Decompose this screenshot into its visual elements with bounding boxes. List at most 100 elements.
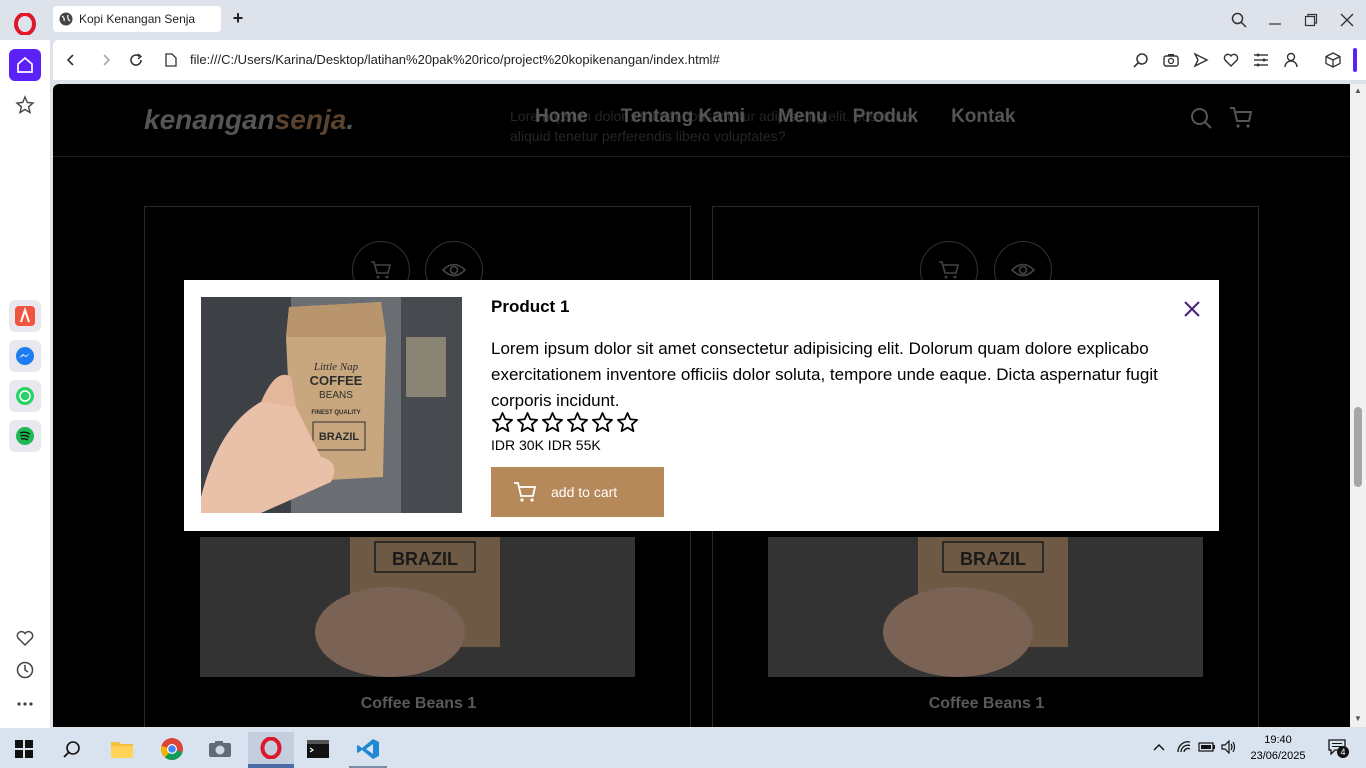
star-icon (617, 412, 638, 432)
address-bar: file:///C:/Users/Karina/Desktop/latihan%… (53, 40, 1366, 80)
spotify-icon[interactable] (9, 420, 41, 452)
sidebar-toggle-indicator[interactable] (1353, 48, 1357, 72)
reload-button[interactable] (126, 50, 146, 70)
star-icon (492, 412, 513, 432)
eye-icon (1011, 263, 1035, 277)
flow-send-icon[interactable] (1191, 50, 1211, 70)
scroll-thumb[interactable] (1354, 407, 1362, 487)
aria-app-icon[interactable] (9, 300, 41, 332)
more-dots-icon[interactable] (13, 692, 37, 716)
nav-menu[interactable]: Menu (778, 106, 828, 128)
card-product-image: BRAZIL (200, 537, 635, 677)
site-navbar: Lorem ipsum dolor sit amet consectetur a… (53, 84, 1350, 157)
modal-description: Lorem ipsum dolor sit amet consectetur a… (491, 339, 1158, 410)
minimize-button[interactable] (1263, 8, 1287, 32)
bag-brazil-label: BRAZIL (960, 549, 1026, 569)
page-scrollbar[interactable]: ▲ ▼ (1350, 84, 1366, 727)
nav-kontak[interactable]: Kontak (951, 106, 1015, 128)
product-detail-modal: Little Nap COFFEE BEANS FINEST QUALITY B… (184, 280, 1219, 531)
browser-sidebar (0, 40, 50, 728)
star-icon (542, 412, 563, 432)
forward-button[interactable] (96, 50, 116, 70)
close-icon[interactable] (1182, 299, 1202, 319)
page-viewport: Lorem ipsum dolor sit amet consectetur a… (53, 84, 1350, 727)
browser-tab[interactable]: Kopi Kenangan Senja (53, 6, 221, 32)
scroll-down-arrow-icon[interactable]: ▼ (1353, 714, 1363, 724)
opera-taskbar-icon[interactable] (248, 732, 294, 766)
eye-icon (442, 263, 466, 277)
easy-setup-icon[interactable] (1251, 50, 1271, 70)
heart-icon[interactable] (1221, 50, 1241, 70)
bag-quality-text: FINEST QUALITY (311, 410, 360, 416)
clock[interactable]: 19:40 23/06/2025 (1248, 732, 1308, 764)
logo-accent-text: senja (274, 104, 347, 135)
chrome-icon[interactable] (152, 732, 192, 766)
globe-icon (59, 12, 73, 26)
new-tab-button[interactable]: + (229, 9, 247, 28)
nav-produk[interactable]: Produk (853, 106, 918, 128)
star-icon (592, 412, 613, 432)
nav-tentang-kami[interactable]: Tentang Kami (621, 106, 745, 128)
volume-icon[interactable] (1220, 738, 1238, 756)
messenger-icon[interactable] (9, 340, 41, 372)
nav-home[interactable]: Home (535, 106, 588, 128)
show-hidden-icons-chevron-icon[interactable] (1150, 738, 1168, 756)
search-page-icon[interactable] (1131, 50, 1151, 70)
add-to-cart-button[interactable]: add to cart (491, 467, 664, 517)
battery-icon[interactable] (1198, 738, 1216, 756)
wifi-icon[interactable] (1175, 738, 1193, 756)
terminal-icon[interactable] (298, 732, 338, 766)
cart-icon (371, 261, 392, 279)
rating-stars (491, 411, 639, 434)
logo-main-text: kenangan (144, 104, 275, 135)
restore-button[interactable] (1299, 8, 1323, 32)
search-icon[interactable] (1189, 106, 1213, 130)
url-text[interactable]: file:///C:/Users/Karina/Desktop/latihan%… (190, 52, 720, 67)
notification-center-icon[interactable]: 4 (1325, 738, 1349, 758)
back-button[interactable] (61, 50, 81, 70)
logo-dot: . (346, 104, 355, 135)
opera-logo-icon[interactable] (14, 13, 36, 35)
notification-count-badge: 4 (1337, 746, 1349, 758)
card-product-image: BRAZIL (768, 537, 1203, 677)
file-icon[interactable] (161, 50, 181, 70)
tab-title: Kopi Kenangan Senja (79, 12, 196, 26)
modal-price: IDR 30K IDR 55K (491, 437, 601, 453)
nav-links: Home Tentang Kami Menu Produk Kontak (535, 106, 1015, 128)
bag-origin-text: BRAZIL (319, 431, 360, 443)
site-logo[interactable]: kenangansenja. (144, 104, 354, 136)
windows-start-icon[interactable] (4, 732, 44, 766)
card-title: Coffee Beans 1 (928, 695, 1045, 712)
close-window-button[interactable] (1335, 8, 1359, 32)
heart-sidebar-icon[interactable] (13, 626, 37, 650)
windows-taskbar: 19:40 23/06/2025 4 (0, 728, 1366, 768)
clock-date: 23/06/2025 (1250, 750, 1306, 762)
snapshot-icon[interactable] (1161, 50, 1181, 70)
search-tabs-icon[interactable] (1227, 8, 1251, 32)
star-icon (517, 412, 538, 432)
cart-icon (939, 261, 960, 279)
star-icon (567, 412, 588, 432)
card-title: Coffee Beans 1 (360, 695, 477, 712)
browser-tabbar: Kopi Kenangan Senja + (0, 0, 1366, 40)
cart-icon (514, 482, 537, 502)
bag-coffee-text: COFFEE (310, 373, 363, 388)
file-explorer-icon[interactable] (102, 732, 142, 766)
profile-icon[interactable] (1281, 50, 1301, 70)
whatsapp-icon[interactable] (9, 380, 41, 412)
scroll-up-arrow-icon[interactable]: ▲ (1353, 86, 1363, 96)
vscode-icon[interactable] (348, 732, 388, 766)
modal-title: Product 1 (491, 297, 570, 316)
home-icon[interactable] (9, 49, 41, 81)
bag-beans-text: BEANS (319, 390, 353, 401)
bag-brand-text: Little Nap (313, 361, 359, 373)
bag-brazil-label: BRAZIL (392, 549, 458, 569)
add-to-cart-label: add to cart (551, 484, 618, 500)
camera-app-icon[interactable] (200, 732, 240, 766)
history-clock-icon[interactable] (13, 658, 37, 682)
taskbar-search-icon[interactable] (52, 732, 92, 766)
extensions-cube-icon[interactable] (1323, 50, 1343, 70)
clock-time: 19:40 (1264, 734, 1292, 746)
star-icon[interactable] (13, 93, 37, 117)
cart-icon[interactable] (1229, 106, 1253, 130)
